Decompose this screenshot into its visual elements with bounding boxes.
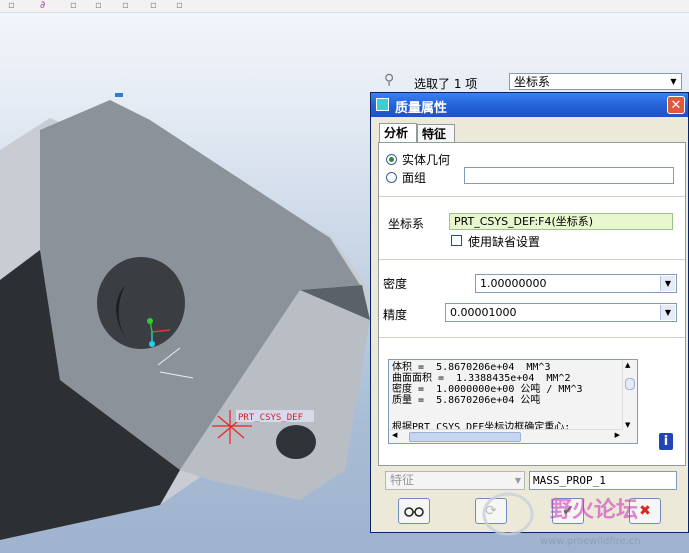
- divider: [379, 259, 685, 260]
- scroll-thumb[interactable]: [625, 378, 635, 390]
- mass-properties-dialog: 质量属性 ✕ 分析 特征 实体几何 面组 坐标系 PRT_CSYS_DEF:F4…: [370, 92, 689, 533]
- dialog-title: 质量属性: [395, 101, 448, 116]
- density-field[interactable]: 1.00000000 ▼: [475, 274, 677, 293]
- scroll-left-icon[interactable]: ◀: [392, 431, 397, 439]
- chevron-down-icon[interactable]: ▼: [667, 75, 680, 88]
- result-line: 质量 = 5.8670206e+04 公吨: [392, 395, 541, 406]
- accuracy-label: 精度: [383, 308, 408, 322]
- results-textarea[interactable]: 体积 = 5.8670206e+04 MM^3 曲面面积 = 1.3388435…: [388, 359, 638, 444]
- result-line: 密度 = 1.0000000e+00 公吨 / MM^3: [392, 384, 583, 395]
- selection-icon: ⚲: [384, 72, 395, 88]
- forum-watermark: 野火论坛 www.proewildfire.cn: [482, 492, 641, 547]
- chevron-down-icon[interactable]: ▼: [660, 276, 675, 291]
- watermark-url: www.proewildfire.cn: [540, 536, 641, 547]
- horizontal-scrollbar[interactable]: ◀ ▶: [389, 429, 623, 443]
- watermark-logo-icon: [482, 492, 534, 536]
- selection-filter-dropdown[interactable]: 坐标系 ▼: [509, 73, 682, 90]
- preview-glasses-button[interactable]: [398, 498, 430, 524]
- selection-bar: ⚲ 选取了 1 项 坐标系 ▼: [378, 70, 689, 94]
- radio-quilt[interactable]: [386, 172, 397, 183]
- chevron-down-icon[interactable]: ▼: [660, 305, 675, 320]
- dialog-titlebar[interactable]: 质量属性 ✕: [371, 93, 688, 117]
- quilt-field[interactable]: [464, 167, 674, 184]
- scroll-thumb[interactable]: [409, 432, 521, 442]
- result-line: 曲面面积 = 1.3388435e+04 MM^2: [392, 373, 571, 384]
- accuracy-value: 0.00001000: [450, 306, 517, 319]
- density-label: 密度: [383, 277, 408, 291]
- scroll-up-icon[interactable]: ▲: [625, 361, 630, 369]
- close-button[interactable]: ✕: [667, 96, 685, 114]
- result-line: 体积 = 5.8670206e+04 MM^3: [392, 362, 551, 373]
- divider: [379, 337, 685, 338]
- use-default-checkbox[interactable]: [451, 235, 462, 246]
- scroll-down-icon[interactable]: ▼: [625, 421, 630, 429]
- density-value: 1.00000000: [480, 277, 547, 290]
- glasses-icon: [404, 507, 424, 517]
- solid-geometry-label: 实体几何: [402, 153, 451, 167]
- dialog-app-icon: [376, 98, 389, 111]
- watermark-brand: 野火论坛: [550, 497, 638, 523]
- csys-model-label[interactable]: PRT_CSYS_DEF: [238, 413, 303, 423]
- tab-feature[interactable]: 特征: [417, 124, 455, 143]
- csys-field[interactable]: PRT_CSYS_DEF:F4(坐标系): [449, 213, 673, 230]
- scroll-right-icon[interactable]: ▶: [615, 431, 620, 439]
- quilt-label: 面组: [402, 171, 427, 185]
- selection-status: 选取了 1 项: [414, 77, 478, 91]
- info-icon[interactable]: i: [659, 433, 673, 450]
- tab-analysis[interactable]: 分析: [379, 123, 417, 142]
- accuracy-field[interactable]: 0.00001000 ▼: [445, 303, 677, 322]
- use-default-label: 使用缺省设置: [468, 235, 541, 249]
- radio-solid-geometry[interactable]: [386, 154, 397, 165]
- divider: [379, 196, 685, 197]
- vertical-scrollbar[interactable]: ▲ ▼: [622, 360, 637, 430]
- selection-filter-value: 坐标系: [514, 75, 551, 89]
- analysis-panel: 实体几何 面组 坐标系 PRT_CSYS_DEF:F4(坐标系) 使用缺省设置 …: [378, 142, 686, 466]
- feature-combo-value: 特征: [390, 473, 415, 487]
- csys-label: 坐标系: [388, 217, 425, 231]
